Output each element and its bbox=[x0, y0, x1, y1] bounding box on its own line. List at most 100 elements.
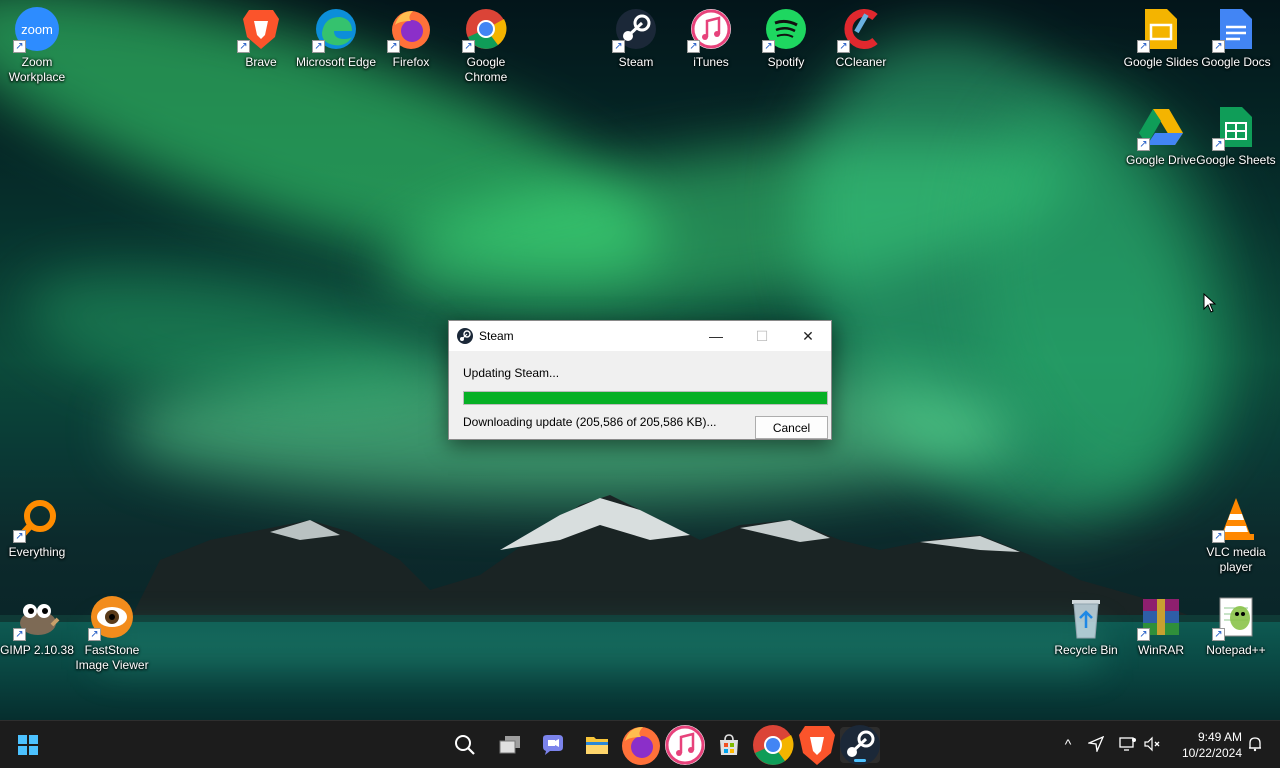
progress-bar bbox=[463, 391, 828, 405]
shortcut-arrow-icon: ↗ bbox=[13, 530, 26, 543]
gimp-icon: ↗ bbox=[13, 593, 61, 641]
desktop-icon-label: Everything bbox=[8, 545, 66, 559]
desktop-icon-gimp[interactable]: ↗ GIMP 2.10.38 bbox=[0, 593, 74, 683]
itunes-icon: ↗ bbox=[687, 5, 735, 53]
taskbar-search-button[interactable] bbox=[445, 727, 485, 763]
desktop-icon-label: WinRAR bbox=[1137, 643, 1184, 657]
close-icon: ✕ bbox=[802, 327, 814, 344]
desktop-icon-itunes[interactable]: ↗ iTunes bbox=[674, 5, 748, 95]
desktop-icon-google-slides[interactable]: ↗ Google Slides bbox=[1124, 5, 1198, 95]
desktop-icon-label: Google Chrome bbox=[464, 55, 508, 84]
shortcut-arrow-icon: ↗ bbox=[237, 40, 250, 53]
dialog-title: Steam bbox=[479, 329, 514, 343]
steam-icon bbox=[457, 328, 473, 344]
desktop-icon-google-docs[interactable]: ↗ Google Docs bbox=[1199, 5, 1273, 95]
brave-icon: ↗ bbox=[237, 5, 285, 53]
taskbar-start-button[interactable] bbox=[8, 727, 48, 763]
desktop-icon-notepadpp[interactable]: ↗ Notepad++ bbox=[1199, 593, 1273, 683]
chat-icon bbox=[541, 734, 565, 756]
minimize-icon: — bbox=[709, 328, 723, 344]
file-explorer-icon bbox=[585, 734, 609, 756]
network-icon[interactable] bbox=[1117, 733, 1139, 755]
desktop-icon-brave[interactable]: ↗ Brave bbox=[224, 5, 298, 95]
shortcut-arrow-icon: ↗ bbox=[462, 40, 475, 53]
firefox-icon: ↗ bbox=[387, 5, 435, 53]
desktop-icon-faststone[interactable]: ↗ FastStone Image Viewer bbox=[75, 593, 149, 683]
close-button[interactable]: ✕ bbox=[785, 321, 831, 351]
taskbar-file-explorer-button[interactable] bbox=[577, 727, 617, 763]
svg-text:zoom: zoom bbox=[21, 22, 53, 37]
desktop-icon-google-sheets[interactable]: ↗ Google Sheets bbox=[1196, 103, 1276, 193]
update-status-text: Updating Steam... bbox=[463, 366, 560, 380]
desktop-icon-google-drive[interactable]: ↗ Google Drive bbox=[1124, 103, 1198, 193]
google-sheets-icon: ↗ bbox=[1212, 103, 1260, 151]
dialog-titlebar[interactable]: Steam — ☐ ✕ bbox=[449, 321, 831, 351]
edge-icon: ↗ bbox=[312, 5, 360, 53]
desktop-icon-label: iTunes bbox=[693, 55, 729, 69]
taskbar-task-view-button[interactable] bbox=[490, 727, 530, 763]
shortcut-arrow-icon: ↗ bbox=[1137, 40, 1150, 53]
chrome-icon bbox=[751, 723, 795, 767]
desktop-icon-label: Recycle Bin bbox=[1054, 643, 1118, 657]
desktop-icon-edge[interactable]: ↗ Microsoft Edge bbox=[296, 5, 376, 95]
desktop-icon-label: Google Docs bbox=[1201, 55, 1271, 69]
taskbar-steam-button[interactable] bbox=[840, 725, 880, 765]
shortcut-arrow-icon: ↗ bbox=[612, 40, 625, 53]
cancel-button[interactable]: Cancel bbox=[755, 416, 828, 439]
desktop-icon-label: Google Drive bbox=[1125, 153, 1197, 167]
shortcut-arrow-icon: ↗ bbox=[13, 628, 26, 641]
desktop-icon-chrome[interactable]: ↗ Google Chrome bbox=[449, 5, 523, 95]
taskbar: ^ 9:49 AM 10/22/2024 bbox=[0, 720, 1280, 768]
mouse-cursor bbox=[1203, 293, 1217, 313]
shortcut-arrow-icon: ↗ bbox=[1212, 138, 1225, 151]
desktop-icon-spotify[interactable]: ↗ Spotify bbox=[749, 5, 823, 95]
desktop-icon-everything[interactable]: ↗ Everything bbox=[0, 495, 74, 585]
desktop-icon-steam[interactable]: ↗ Steam bbox=[599, 5, 673, 95]
desktop-icon-winrar[interactable]: ↗ WinRAR bbox=[1124, 593, 1198, 683]
faststone-icon: ↗ bbox=[88, 593, 136, 641]
google-drive-icon: ↗ bbox=[1137, 103, 1185, 151]
notifications-icon[interactable] bbox=[1244, 733, 1266, 755]
taskbar-itunes-button[interactable] bbox=[665, 725, 705, 765]
desktop-icon-firefox[interactable]: ↗ Firefox bbox=[374, 5, 448, 95]
taskbar-microsoft-store-button[interactable] bbox=[709, 727, 749, 763]
recycle-bin-icon bbox=[1062, 593, 1110, 641]
desktop-icon-label: Steam bbox=[618, 55, 654, 69]
shortcut-arrow-icon: ↗ bbox=[762, 40, 775, 53]
desktop-icon-label: Brave bbox=[245, 55, 277, 69]
winrar-icon: ↗ bbox=[1137, 593, 1185, 641]
clock-time: 9:49 AM bbox=[1197, 730, 1242, 744]
desktop-icon-label: VLC media player bbox=[1206, 545, 1266, 574]
show-hidden-icons-button[interactable]: ^ bbox=[1057, 733, 1079, 755]
system-clock[interactable]: 9:49 AM 10/22/2024 bbox=[1170, 729, 1242, 761]
shortcut-arrow-icon: ↗ bbox=[88, 628, 101, 641]
volume-muted-icon[interactable] bbox=[1142, 733, 1164, 755]
desktop-icon-label: Microsoft Edge bbox=[295, 55, 377, 69]
location-icon[interactable] bbox=[1085, 733, 1107, 755]
taskbar-chrome-button[interactable] bbox=[753, 725, 794, 765]
download-detail-text: Downloading update (205,586 of 205,586 K… bbox=[463, 415, 717, 429]
desktop-icon-label: Firefox bbox=[392, 55, 430, 69]
desktop-icon-zoom[interactable]: zoom ↗ Zoom Workplace bbox=[0, 5, 74, 95]
notepadpp-icon: ↗ bbox=[1212, 593, 1260, 641]
start-icon bbox=[17, 734, 39, 756]
task-view-icon bbox=[498, 734, 522, 756]
chevron-up-icon: ^ bbox=[1064, 736, 1072, 752]
desktop-icon-label: Google Sheets bbox=[1196, 153, 1276, 167]
itunes-icon bbox=[663, 723, 707, 767]
desktop-icon-vlc[interactable]: ↗ VLC media player bbox=[1199, 495, 1273, 585]
taskbar-brave-button[interactable] bbox=[797, 726, 837, 765]
minimize-button[interactable]: — bbox=[693, 321, 739, 351]
steam-icon: ↗ bbox=[612, 5, 660, 53]
zoom-icon: zoom ↗ bbox=[13, 5, 61, 53]
desktop-icon-label: Spotify bbox=[767, 55, 805, 69]
active-app-indicator bbox=[854, 759, 866, 762]
vlc-icon: ↗ bbox=[1212, 495, 1260, 543]
desktop-icon-recycle-bin[interactable]: Recycle Bin bbox=[1049, 593, 1123, 683]
shortcut-arrow-icon: ↗ bbox=[1212, 628, 1225, 641]
shortcut-arrow-icon: ↗ bbox=[1137, 628, 1150, 641]
desktop-icon-ccleaner[interactable]: ↗ CCleaner bbox=[824, 5, 898, 95]
taskbar-firefox-button[interactable] bbox=[621, 727, 661, 765]
maximize-button[interactable]: ☐ bbox=[739, 321, 785, 351]
taskbar-chat-button[interactable] bbox=[533, 727, 573, 763]
